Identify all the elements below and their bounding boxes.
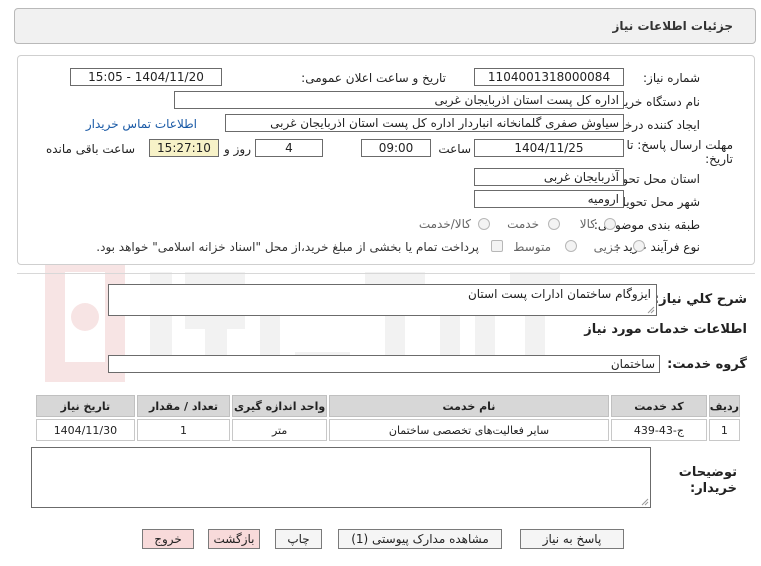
remaining-time-field: 15:27:10 (149, 139, 219, 157)
remaining-time-label: ساعت باقی مانده (45, 142, 135, 156)
col-service-code: کد خدمت (611, 395, 707, 417)
category-goods-radio[interactable] (604, 218, 616, 230)
cell-unit: متر (232, 419, 327, 441)
cell-service-code: ج-43-439 (611, 419, 707, 441)
services-table: ردیف کد خدمت نام خدمت واحد اندازه گیری ت… (34, 393, 742, 443)
buyer-notes-textarea[interactable] (31, 447, 651, 508)
resize-handle-icon[interactable] (641, 498, 649, 506)
deadline-label: مهلت ارسال پاسخ: تا (626, 138, 733, 152)
category-goods-service-radio[interactable] (478, 218, 490, 230)
days-label: روز و (224, 142, 251, 156)
cell-need-date: 1404/11/30 (36, 419, 135, 441)
need-number-field[interactable]: 1104001318000084 (474, 68, 624, 86)
back-button[interactable]: بازگشت (208, 529, 260, 549)
need-details-panel (17, 55, 755, 265)
col-service-name: نام خدمت (328, 395, 610, 417)
announce-datetime-label: تاریخ و ساعت اعلان عمومی: (301, 71, 446, 85)
creator-field[interactable]: سیاوش صفری گلمانخانه انباردار اداره کل پ… (225, 114, 624, 132)
col-row-number: ردیف (708, 395, 740, 417)
process-type-label: نوع فرآیند خرید : (615, 240, 700, 254)
category-goods-label: کالا (579, 217, 596, 231)
process-minor-radio[interactable] (633, 240, 645, 252)
summary-text: ایزوگام ساختمان ادارات پست استان (467, 287, 651, 301)
cell-service-name: سایر فعالیت‌های تخصصی ساختمان (328, 419, 610, 441)
treasury-payment-note: پرداخت تمام یا بخشی از مبلغ خرید،از محل … (96, 240, 479, 254)
remaining-days-field[interactable]: 4 (255, 139, 323, 157)
table-row[interactable]: 1 ج-43-439 سایر فعالیت‌های تخصصی ساختمان… (36, 419, 740, 441)
category-service-radio[interactable] (548, 218, 560, 230)
city-label: شهر محل تحویل: (613, 195, 700, 209)
treasury-payment-checkbox[interactable] (491, 240, 503, 252)
deadline-date-label: تاریخ: (705, 152, 733, 166)
summary-label: شرح کلي نياز: (653, 292, 747, 307)
col-quantity: تعداد / مقدار (136, 395, 231, 417)
exit-button[interactable]: خروج (142, 529, 194, 549)
service-group-label: گروه خدمت: (667, 357, 747, 372)
page-header: جزئیات اطلاعات نیاز (14, 8, 756, 44)
province-field[interactable]: آذربایجان غربی (474, 168, 624, 186)
services-heading: اطلاعات خدمات مورد نیاز (584, 322, 747, 337)
announce-datetime-field[interactable]: 1404/11/20 - 15:05 (70, 68, 222, 86)
reply-button[interactable]: پاسخ به نیاز (520, 529, 624, 549)
process-medium-radio[interactable] (565, 240, 577, 252)
buyer-notes-label: توضیحات (678, 465, 737, 480)
category-goods-service-label: کالا/خدمت (418, 217, 471, 231)
cell-quantity: 1 (136, 419, 231, 441)
deadline-time-label: ساعت (438, 142, 471, 156)
deadline-date-field[interactable]: 1404/11/25 (474, 139, 624, 157)
cell-row-number: 1 (708, 419, 740, 441)
buyer-contact-link[interactable]: اطلاعات تماس خریدار (86, 117, 197, 131)
print-button[interactable]: چاپ (275, 529, 322, 549)
category-service-label: خدمت (507, 217, 539, 231)
view-attachments-button[interactable]: مشاهده مدارک پیوستی (1) (338, 529, 502, 549)
process-medium-label: متوسط (513, 240, 551, 254)
summary-textarea[interactable]: ایزوگام ساختمان ادارات پست استان (108, 284, 657, 316)
section-divider (17, 273, 755, 274)
page-title: جزئیات اطلاعات نیاز (612, 19, 733, 33)
buyer-notes-label-2: خریدار: (690, 481, 737, 496)
col-need-date: تاریخ نیاز (36, 395, 135, 417)
buyer-org-field[interactable]: اداره کل پست استان اذربایجان غربی (174, 91, 624, 109)
deadline-time-field[interactable]: 09:00 (361, 139, 431, 157)
process-minor-label: جزیی (593, 240, 621, 254)
col-unit: واحد اندازه گیری (232, 395, 327, 417)
need-number-label: شماره نیاز: (643, 71, 700, 85)
city-field[interactable]: ارومیه (474, 190, 624, 208)
table-header-row: ردیف کد خدمت نام خدمت واحد اندازه گیری ت… (36, 395, 740, 417)
resize-handle-icon[interactable] (647, 306, 655, 314)
service-group-field[interactable]: ساختمان (108, 355, 660, 373)
